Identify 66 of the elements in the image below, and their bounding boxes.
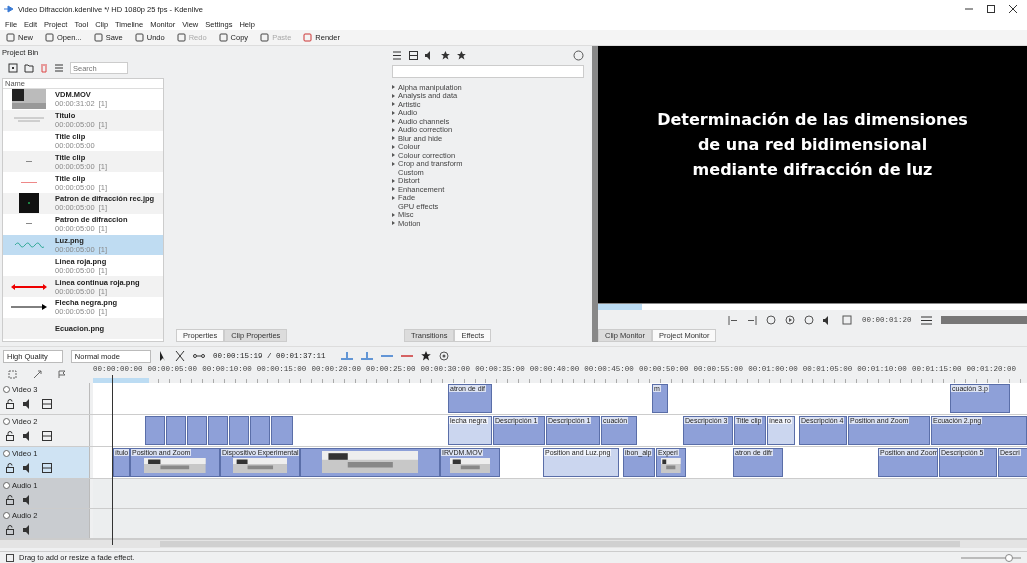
lock-icon[interactable] bbox=[6, 399, 14, 409]
expand-arrow-icon[interactable] bbox=[392, 102, 395, 107]
lock-icon[interactable] bbox=[6, 525, 14, 535]
star-icon[interactable] bbox=[457, 50, 466, 60]
film-icon[interactable] bbox=[42, 431, 52, 441]
expand-arrow-icon[interactable] bbox=[392, 127, 395, 132]
expand-arrow-icon[interactable] bbox=[392, 136, 395, 141]
film-icon[interactable] bbox=[42, 463, 52, 473]
line-icon bbox=[21, 181, 37, 184]
list-icon[interactable] bbox=[392, 50, 402, 60]
fullscreen-icon[interactable] bbox=[841, 314, 853, 327]
app-icon bbox=[4, 5, 14, 13]
menu-icon[interactable] bbox=[920, 315, 932, 325]
expand-arrow-icon[interactable] bbox=[392, 195, 395, 200]
lock-icon[interactable] bbox=[6, 495, 14, 505]
zone-in-icon[interactable] bbox=[728, 315, 738, 325]
scissors-icon[interactable] bbox=[174, 351, 185, 361]
expand-arrow-icon[interactable] bbox=[392, 85, 395, 90]
close-icon[interactable] bbox=[1009, 5, 1017, 13]
star-icon[interactable] bbox=[441, 50, 450, 60]
minimize-icon[interactable] bbox=[965, 5, 973, 13]
expand-arrow-icon[interactable] bbox=[392, 144, 395, 149]
title-text: de una red bidimensional bbox=[697, 135, 928, 155]
star-icon[interactable] bbox=[421, 351, 432, 361]
spacer-icon[interactable] bbox=[192, 352, 205, 360]
dash-icon bbox=[26, 160, 32, 163]
zone-out-icon[interactable] bbox=[747, 315, 757, 325]
lock-icon[interactable] bbox=[6, 431, 14, 441]
track-clip[interactable] bbox=[145, 416, 165, 445]
title-text: Determinación de las dimensiones bbox=[657, 110, 968, 130]
track-clip[interactable] bbox=[229, 416, 249, 445]
overwrite-icon[interactable] bbox=[361, 351, 374, 361]
arrow-icon bbox=[11, 304, 47, 311]
effect-search-field[interactable] bbox=[392, 65, 584, 78]
expand-arrow-icon[interactable] bbox=[392, 93, 395, 98]
track-clip[interactable] bbox=[271, 416, 293, 445]
expand-arrow-icon[interactable] bbox=[392, 212, 395, 217]
wave-icon bbox=[14, 240, 44, 249]
expand-arrow-icon[interactable] bbox=[392, 161, 395, 166]
add-clip-icon[interactable] bbox=[8, 63, 18, 73]
text-lines-icon bbox=[12, 117, 46, 124]
zoom-icon[interactable] bbox=[33, 369, 42, 379]
expand-arrow-icon[interactable] bbox=[392, 110, 395, 115]
film-icon[interactable] bbox=[409, 50, 418, 60]
expand-arrow-icon[interactable] bbox=[392, 153, 395, 158]
marker-icon[interactable] bbox=[58, 369, 67, 379]
dash-icon bbox=[26, 223, 32, 226]
pointer-icon[interactable] bbox=[158, 351, 167, 361]
play-icon[interactable] bbox=[785, 315, 795, 326]
lift-icon[interactable] bbox=[381, 353, 394, 359]
expand-arrow-icon[interactable] bbox=[392, 187, 395, 192]
track-clip[interactable] bbox=[166, 416, 186, 445]
film-icon[interactable] bbox=[42, 399, 52, 409]
lock-icon[interactable] bbox=[6, 463, 14, 473]
double-arrow-icon bbox=[11, 282, 47, 291]
track-clip[interactable] bbox=[250, 416, 270, 445]
maximize-icon[interactable] bbox=[987, 5, 995, 13]
track-clip[interactable] bbox=[187, 416, 207, 445]
expand-arrow-icon[interactable] bbox=[392, 119, 395, 124]
expand-arrow-icon[interactable] bbox=[392, 221, 395, 226]
insert-icon[interactable] bbox=[341, 351, 354, 361]
expand-arrow-icon[interactable] bbox=[392, 178, 395, 183]
track-clip[interactable] bbox=[208, 416, 228, 445]
title-text: mediante difracción de luz bbox=[692, 160, 933, 180]
zoom-slider-handle[interactable] bbox=[1005, 553, 1013, 562]
extract-icon[interactable] bbox=[401, 353, 414, 359]
